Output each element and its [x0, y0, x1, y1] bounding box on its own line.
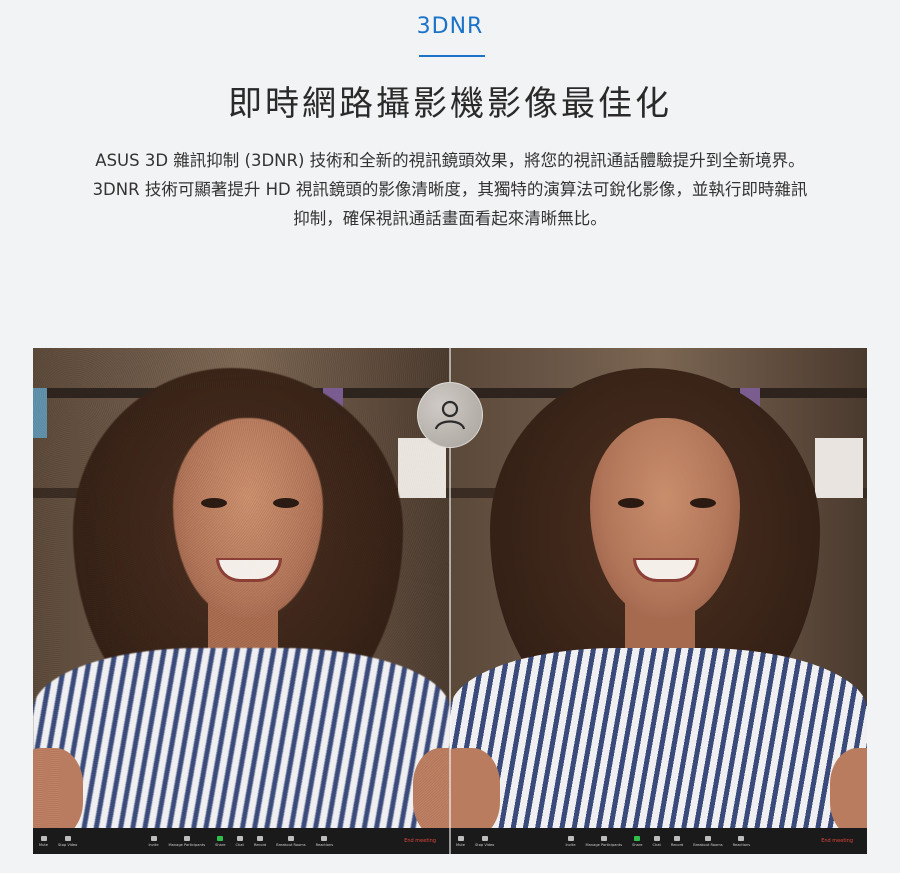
toolbar-mute[interactable]: Mute	[456, 830, 465, 852]
reactions-icon	[321, 835, 328, 841]
person-eye	[690, 498, 716, 508]
video-camera-icon	[481, 835, 488, 841]
toolbar-stop-video[interactable]: Stop Video	[58, 830, 77, 852]
comparison-slider-handle[interactable]	[417, 382, 483, 448]
breakout-rooms-icon	[704, 835, 711, 841]
after-panel: Mute Stop Video Invite Manage Participan…	[450, 348, 867, 854]
section-tag: 3DNR	[416, 14, 484, 39]
invite-icon	[567, 835, 574, 841]
share-screen-icon	[634, 835, 641, 841]
user-icon	[434, 400, 466, 430]
share-screen-icon	[217, 835, 224, 841]
toolbar-stop-video[interactable]: Stop Video	[475, 830, 494, 852]
participants-icon	[600, 835, 607, 841]
toolbar-reactions[interactable]: Reactions	[733, 830, 750, 852]
toolbar-reactions[interactable]: Reactions	[316, 830, 333, 852]
video-camera-icon	[64, 835, 71, 841]
reactions-icon	[738, 835, 745, 841]
before-panel: Mute Stop Video Invite Manage Participan…	[33, 348, 450, 854]
chat-icon	[236, 835, 243, 841]
toolbar-breakout[interactable]: Breakout Rooms	[276, 830, 306, 852]
end-meeting-button[interactable]: End meeting	[821, 838, 853, 844]
breakout-rooms-icon	[287, 835, 294, 841]
invite-icon	[150, 835, 157, 841]
toolbar-participants[interactable]: Manage Participants	[169, 830, 205, 852]
shelf-box	[815, 438, 863, 498]
toolbar-invite[interactable]: Invite	[148, 830, 159, 852]
meeting-toolbar: Mute Stop Video Invite Manage Participan…	[450, 828, 867, 854]
person-shirt	[450, 648, 867, 854]
microphone-icon	[457, 835, 464, 841]
toolbar-participants[interactable]: Manage Participants	[586, 830, 622, 852]
toolbar-mute[interactable]: Mute	[39, 830, 48, 852]
participants-icon	[183, 835, 190, 841]
noise-overlay	[33, 348, 450, 854]
person-face	[590, 418, 740, 618]
meeting-toolbar: Mute Stop Video Invite Manage Participan…	[33, 828, 450, 854]
toolbar-share[interactable]: Share	[632, 830, 642, 852]
toolbar-record[interactable]: Record	[671, 830, 683, 852]
end-meeting-button[interactable]: End meeting	[404, 838, 436, 844]
page-title: 即時網路攝影機影像最佳化	[228, 84, 672, 124]
chat-icon	[653, 835, 660, 841]
toolbar-chat[interactable]: Chat	[235, 830, 244, 852]
microphone-icon	[40, 835, 47, 841]
person-hand	[450, 748, 500, 838]
person-hand	[830, 748, 867, 838]
toolbar-invite[interactable]: Invite	[565, 830, 576, 852]
toolbar-share[interactable]: Share	[215, 830, 225, 852]
feature-description: ASUS 3D 雜訊抑制 (3DNR) 技術和全新的視訊鏡頭效果，將您的視訊通話…	[92, 151, 808, 228]
record-icon	[674, 835, 681, 841]
record-icon	[257, 835, 264, 841]
toolbar-breakout[interactable]: Breakout Rooms	[693, 830, 723, 852]
toolbar-record[interactable]: Record	[254, 830, 266, 852]
tag-underline	[419, 55, 485, 57]
person-eye	[618, 498, 644, 508]
before-after-comparison[interactable]: Mute Stop Video Invite Manage Participan…	[33, 348, 867, 854]
toolbar-chat[interactable]: Chat	[652, 830, 661, 852]
